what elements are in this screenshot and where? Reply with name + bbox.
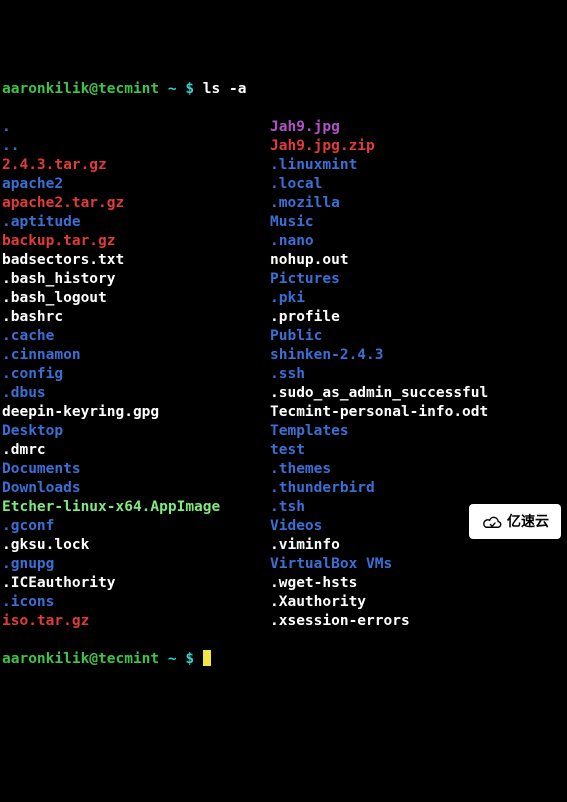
file-entry: .bash_history: [2, 270, 270, 289]
file-entry: .viminfo: [270, 536, 340, 555]
file-entry: badsectors.txt: [2, 251, 270, 270]
file-entry: .icons: [2, 593, 270, 612]
file-entry: Templates: [270, 422, 349, 441]
listing-row: deepin-keyring.gpgTecmint-personal-info.…: [2, 403, 565, 422]
cloud-icon: [481, 515, 503, 529]
prompt-user: aaronkilik@tecmint: [2, 651, 159, 667]
file-entry: test: [270, 441, 305, 460]
cursor[interactable]: [203, 650, 211, 666]
file-entry: .mozilla: [270, 194, 340, 213]
file-entry: .: [2, 118, 270, 137]
file-entry: .profile: [270, 308, 340, 327]
listing-row: .dmrctest: [2, 441, 565, 460]
file-entry: .gksu.lock: [2, 536, 270, 555]
prompt-line-next: aaronkilik@tecmint ~ $: [2, 650, 565, 669]
file-entry: .thunderbird: [270, 479, 375, 498]
listing-row: iso.tar.gz.xsession-errors: [2, 612, 565, 631]
prompt-sep: ~ $: [159, 81, 203, 97]
listing-row: apache2.tar.gz.mozilla: [2, 194, 565, 213]
file-entry: .tsh: [270, 498, 305, 517]
listing-row: Documents.themes: [2, 460, 565, 479]
file-entry: Etcher-linux-x64.AppImage: [2, 498, 270, 517]
file-entry: Documents: [2, 460, 270, 479]
file-entry: .dbus: [2, 384, 270, 403]
file-entry: .Xauthority: [270, 593, 366, 612]
file-entry: apache2: [2, 175, 270, 194]
listing-row: .config.ssh: [2, 365, 565, 384]
listing-row: apache2.local: [2, 175, 565, 194]
file-entry: .bash_logout: [2, 289, 270, 308]
file-entry: apache2.tar.gz: [2, 194, 270, 213]
listing-row: .Jah9.jpg: [2, 118, 565, 137]
file-entry: .nano: [270, 232, 314, 251]
listing-row: ..Jah9.jpg.zip: [2, 137, 565, 156]
listing-row: .bash_logout.pki: [2, 289, 565, 308]
file-entry: .wget-hsts: [270, 574, 357, 593]
file-entry: .dmrc: [2, 441, 270, 460]
listing-row: DesktopTemplates: [2, 422, 565, 441]
file-entry: ..: [2, 137, 270, 156]
file-entry: .cache: [2, 327, 270, 346]
file-entry: Desktop: [2, 422, 270, 441]
file-entry: .local: [270, 175, 322, 194]
listing-row: .bashrc.profile: [2, 308, 565, 327]
file-entry: .linuxmint: [270, 156, 357, 175]
file-entry: Pictures: [270, 270, 340, 289]
file-entry: deepin-keyring.gpg: [2, 403, 270, 422]
listing-row: .dbus.sudo_as_admin_successful: [2, 384, 565, 403]
file-entry: .cinnamon: [2, 346, 270, 365]
listing-row: .aptitudeMusic: [2, 213, 565, 232]
prompt-command[interactable]: ls -a: [203, 81, 247, 97]
listing-row: .gnupgVirtualBox VMs: [2, 555, 565, 574]
file-entry: Music: [270, 213, 314, 232]
file-entry: Jah9.jpg.zip: [270, 137, 375, 156]
file-entry: shinken-2.4.3: [270, 346, 384, 365]
listing-row: .cachePublic: [2, 327, 565, 346]
listing-row: 2.4.3.tar.gz.linuxmint: [2, 156, 565, 175]
file-listing: .Jah9.jpg..Jah9.jpg.zip2.4.3.tar.gz.linu…: [2, 118, 565, 631]
file-entry: Public: [270, 327, 322, 346]
file-entry: Tecmint-personal-info.odt: [270, 403, 488, 422]
file-entry: .config: [2, 365, 270, 384]
file-entry: .ssh: [270, 365, 305, 384]
listing-row: .bash_historyPictures: [2, 270, 565, 289]
file-entry: .ICEauthority: [2, 574, 270, 593]
file-entry: .pki: [270, 289, 305, 308]
file-entry: 2.4.3.tar.gz: [2, 156, 270, 175]
file-entry: nohup.out: [270, 251, 349, 270]
file-entry: iso.tar.gz: [2, 612, 270, 631]
file-entry: VirtualBox VMs: [270, 555, 392, 574]
file-entry: Downloads: [2, 479, 270, 498]
file-entry: .aptitude: [2, 213, 270, 232]
prompt-user: aaronkilik@tecmint: [2, 81, 159, 97]
file-entry: .themes: [270, 460, 331, 479]
listing-row: .cinnamonshinken-2.4.3: [2, 346, 565, 365]
file-entry: Jah9.jpg: [270, 118, 340, 137]
listing-row: .ICEauthority.wget-hsts: [2, 574, 565, 593]
file-entry: .gconf: [2, 517, 270, 536]
file-entry: Videos: [270, 517, 322, 536]
file-entry: .sudo_as_admin_successful: [270, 384, 488, 403]
prompt-line: aaronkilik@tecmint ~ $ ls -a: [2, 80, 565, 99]
file-entry: .gnupg: [2, 555, 270, 574]
file-entry: backup.tar.gz: [2, 232, 270, 251]
file-entry: .xsession-errors: [270, 612, 410, 631]
file-entry: .bashrc: [2, 308, 270, 327]
listing-row: backup.tar.gz.nano: [2, 232, 565, 251]
watermark-text: 亿速云: [507, 512, 549, 531]
watermark: 亿速云: [469, 504, 561, 539]
listing-row: badsectors.txtnohup.out: [2, 251, 565, 270]
prompt-sep: ~ $: [159, 651, 203, 667]
listing-row: Downloads.thunderbird: [2, 479, 565, 498]
listing-row: .icons.Xauthority: [2, 593, 565, 612]
